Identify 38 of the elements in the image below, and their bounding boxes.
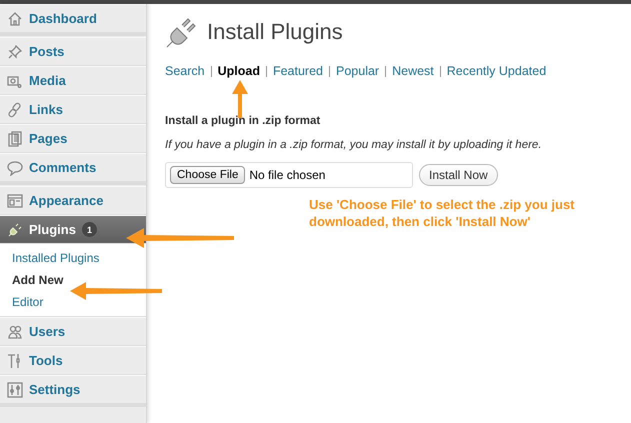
pushpin-icon xyxy=(7,44,23,60)
filter-tab[interactable]: Featured xyxy=(266,66,329,77)
menu-item[interactable]: Tools xyxy=(0,346,146,375)
annotation-text: Use 'Choose File' to select the .zip you just downloaded, then click 'Install Now' xyxy=(309,196,576,230)
chain-link-icon xyxy=(7,102,23,118)
filter-tab[interactable]: Popular xyxy=(329,66,386,77)
file-field[interactable]: Choose File No file chosen xyxy=(165,162,413,188)
choose-file-button[interactable]: Choose File xyxy=(170,166,246,184)
sliders-icon xyxy=(7,382,23,398)
submenu-item[interactable]: Installed Plugins xyxy=(0,247,146,269)
filter-tab[interactable]: Recently Updated xyxy=(440,66,552,77)
menu-item[interactable]: Dashboard xyxy=(0,4,146,33)
menu-item[interactable]: Media xyxy=(0,66,146,95)
menu-item[interactable]: Pages xyxy=(0,124,146,153)
menu-item[interactable]: Plugins 1 xyxy=(0,215,146,244)
layout-icon xyxy=(7,192,23,208)
house-icon xyxy=(7,10,23,26)
install-now-button[interactable]: Install Now xyxy=(419,164,498,186)
section-title: Install a plugin in .zip format xyxy=(165,115,322,127)
menu-item[interactable]: Links xyxy=(0,95,146,124)
menu-item[interactable]: Settings xyxy=(0,375,146,404)
count-badge: 1 xyxy=(82,222,97,237)
people-icon xyxy=(7,324,23,340)
filter-tab[interactable]: Upload xyxy=(210,66,266,77)
description: If you have a plugin in a .zip format, you may install it by uploading it here. xyxy=(165,139,543,151)
page-title: Install Plugins xyxy=(207,19,343,45)
menu-item[interactable]: Appearance xyxy=(0,186,146,215)
submenu-item[interactable]: Add New xyxy=(0,269,146,291)
menu-item[interactable]: Comments xyxy=(0,153,146,182)
speech-bubble-icon xyxy=(7,160,23,176)
pages-icon xyxy=(7,130,23,146)
filter-tab[interactable]: Newest xyxy=(385,66,440,77)
menu-item[interactable]: Posts xyxy=(0,37,146,66)
file-status: No file chosen xyxy=(249,168,326,182)
filter-tab[interactable]: Search xyxy=(165,66,211,77)
menu-item[interactable]: Users xyxy=(0,317,146,346)
plug-icon xyxy=(7,222,23,238)
submenu-item[interactable]: Editor xyxy=(0,291,146,313)
